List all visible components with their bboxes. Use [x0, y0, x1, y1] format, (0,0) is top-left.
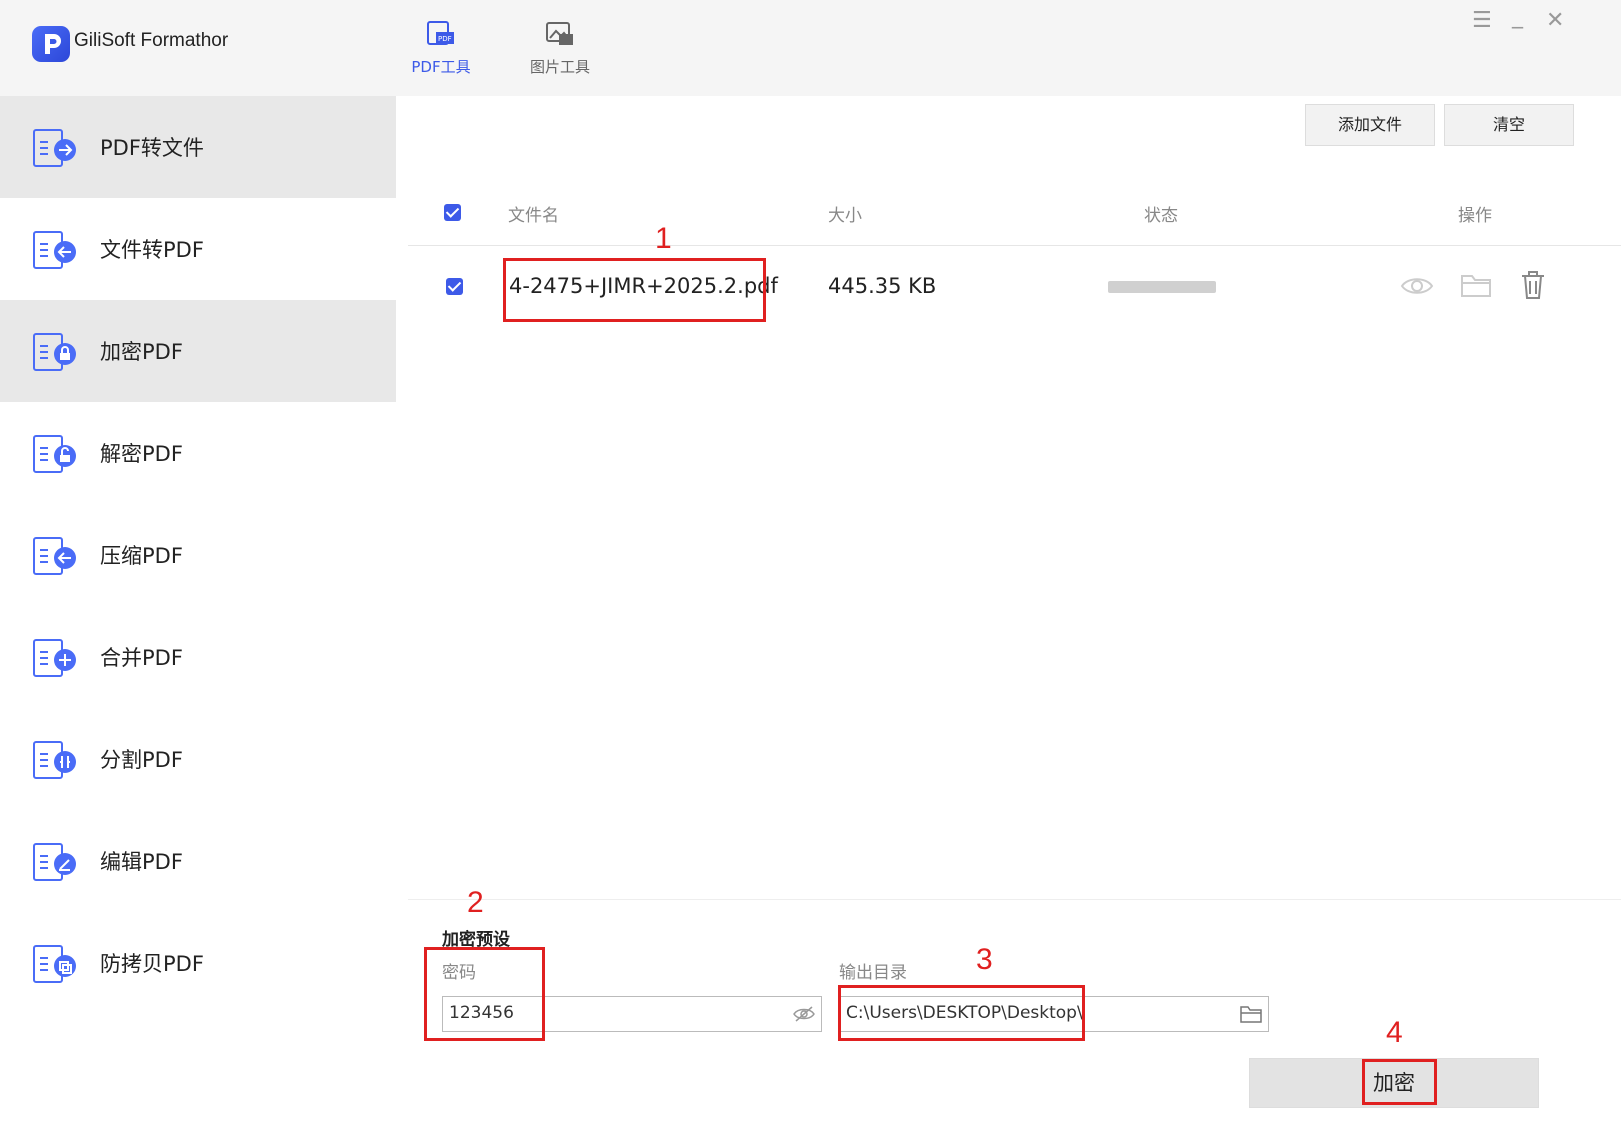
output-dir-label: 输出目录 [839, 963, 907, 983]
hide-password-icon[interactable] [793, 1006, 815, 1022]
sidebar-item-label: 解密PDF [100, 442, 183, 466]
decrypt-pdf-icon [33, 435, 76, 473]
status-progress-bar [1108, 281, 1216, 293]
sidebar-item-label: 加密PDF [100, 340, 183, 364]
column-header-size: 大小 [828, 206, 862, 226]
tab-image-tools[interactable]: 图片工具 [515, 20, 605, 80]
image-tool-icon [546, 22, 573, 45]
preview-eye-icon[interactable] [1400, 274, 1434, 298]
open-folder-icon[interactable] [1460, 272, 1492, 298]
annotation-marker-1: 1 [655, 222, 672, 255]
app-title: GiliSoft Formathor [74, 30, 229, 51]
delete-trash-icon[interactable] [1520, 270, 1546, 300]
annotation-box-3 [838, 985, 1085, 1041]
tab-pdf-tools[interactable]: PDF PDF工具 [396, 20, 486, 80]
sidebar-item-pdf-to-file[interactable]: PDF转文件 [0, 96, 396, 198]
sidebar-item-label: 压缩PDF [100, 544, 183, 568]
sidebar-item-compress-pdf[interactable]: 压缩PDF [0, 504, 396, 606]
annotation-marker-3: 3 [976, 943, 993, 976]
sidebar-item-file-to-pdf[interactable]: 文件转PDF [0, 198, 396, 300]
sidebar-item-label: PDF转文件 [100, 136, 204, 160]
encrypt-pdf-icon [33, 333, 76, 371]
copy-protect-pdf-icon [33, 945, 76, 983]
tab-image-tools-label: 图片工具 [529, 58, 590, 76]
title-bar: GiliSoft Formathor PDF PDF工具 图片工具 ☰ _ ✕ [0, 0, 1621, 96]
sidebar-item-copy-protect-pdf[interactable]: 防拷贝PDF [0, 912, 396, 1014]
merge-pdf-icon [33, 639, 76, 677]
column-header-name: 文件名 [508, 206, 559, 226]
file-size: 445.35 KB [828, 274, 937, 298]
sidebar-item-label: 防拷贝PDF [100, 952, 204, 976]
tab-pdf-tools-label: PDF工具 [411, 58, 471, 76]
pdf-to-file-icon [33, 129, 76, 167]
minimize-icon[interactable]: _ [1512, 4, 1523, 29]
split-pdf-icon [33, 741, 76, 779]
sidebar-item-label: 合并PDF [100, 646, 183, 670]
annotation-box-1 [503, 258, 766, 322]
sidebar-item-edit-pdf[interactable]: 编辑PDF [0, 810, 396, 912]
sidebar-item-split-pdf[interactable]: 分割PDF [0, 708, 396, 810]
sidebar-item-label: 编辑PDF [100, 850, 183, 874]
annotation-marker-2: 2 [467, 886, 484, 919]
file-to-pdf-icon [33, 231, 76, 269]
annotation-box-4 [1362, 1059, 1437, 1105]
svg-text:PDF: PDF [438, 35, 452, 43]
edit-pdf-icon [33, 843, 76, 881]
settings-divider [408, 899, 1621, 900]
annotation-marker-4: 4 [1386, 1016, 1403, 1049]
sidebar-item-encrypt-pdf[interactable]: 加密PDF [0, 300, 396, 402]
column-header-ops: 操作 [1458, 206, 1492, 226]
sidebar-item-decrypt-pdf[interactable]: 解密PDF [0, 402, 396, 504]
column-header-status: 状态 [1144, 206, 1178, 226]
sidebar: PDF转文件 文件转PDF 加密PDF 解密PDF 压缩PDF 合并PDF 分割… [0, 96, 396, 1145]
app-logo-icon [32, 26, 70, 62]
annotation-box-2 [424, 947, 545, 1041]
menu-icon[interactable]: ☰ [1472, 8, 1492, 33]
sidebar-item-label: 文件转PDF [100, 238, 204, 262]
clear-button[interactable]: 清空 [1444, 104, 1574, 146]
add-file-button[interactable]: 添加文件 [1305, 104, 1435, 146]
compress-pdf-icon [33, 537, 76, 575]
pdf-tool-icon: PDF [427, 21, 454, 45]
browse-folder-icon[interactable] [1240, 1005, 1262, 1023]
row-checkbox[interactable] [446, 278, 463, 295]
sidebar-item-label: 分割PDF [100, 748, 183, 772]
sidebar-item-merge-pdf[interactable]: 合并PDF [0, 606, 396, 708]
header-divider [408, 245, 1621, 246]
close-icon[interactable]: ✕ [1546, 8, 1564, 33]
select-all-checkbox[interactable] [444, 204, 461, 221]
